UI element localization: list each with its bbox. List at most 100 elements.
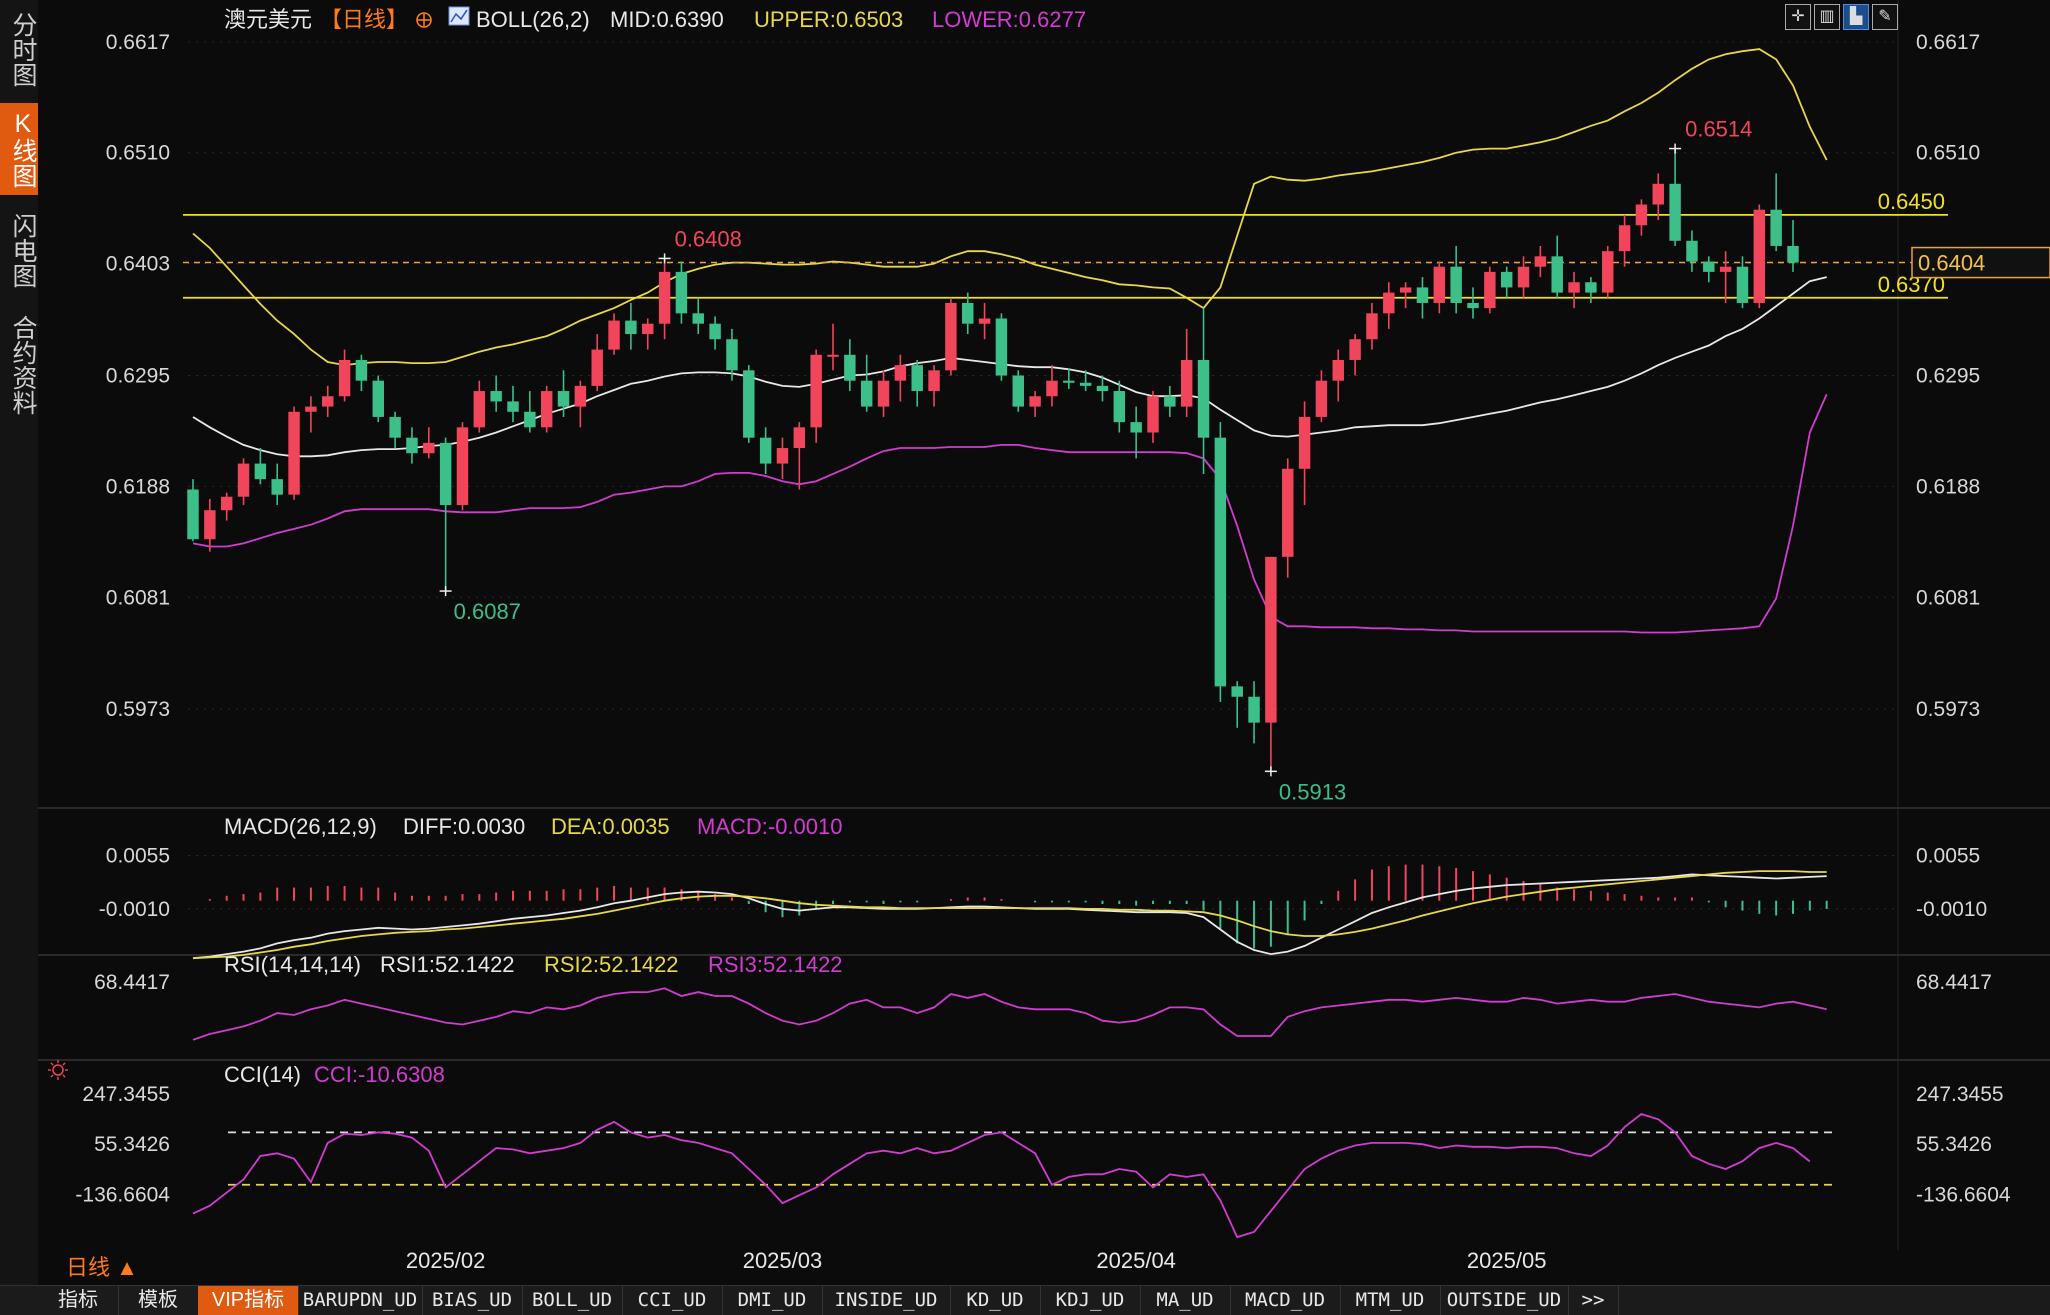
- candle-body[interactable]: [1214, 437, 1227, 687]
- candle-body[interactable]: [254, 463, 267, 480]
- candle-body[interactable]: [978, 318, 991, 324]
- candle-body[interactable]: [675, 271, 688, 314]
- indicator-tab-12[interactable]: MACD_UD: [1230, 1286, 1341, 1315]
- candle-body[interactable]: [692, 313, 704, 324]
- indicator-tab-1[interactable]: 模板: [118, 1286, 199, 1315]
- candle-body[interactable]: [1366, 313, 1378, 340]
- candle-body[interactable]: [1500, 271, 1513, 288]
- candle-body[interactable]: [524, 411, 536, 428]
- candle-body[interactable]: [338, 359, 351, 397]
- candle-body[interactable]: [894, 365, 907, 381]
- candle-body[interactable]: [1753, 209, 1766, 303]
- candle-body[interactable]: [877, 380, 890, 407]
- candle-body[interactable]: [237, 463, 250, 497]
- indicator-tab-10[interactable]: KDJ_UD: [1040, 1286, 1141, 1315]
- candle-body[interactable]: [642, 323, 654, 335]
- candle-body[interactable]: [1635, 204, 1648, 226]
- candle-body[interactable]: [1197, 359, 1210, 438]
- candle-body[interactable]: [1349, 339, 1361, 360]
- candle-body[interactable]: [557, 391, 570, 407]
- crosshair-icon[interactable]: ✛: [1785, 4, 1811, 30]
- indicator-tab-14[interactable]: OUTSIDE_UD: [1440, 1286, 1569, 1315]
- candle-body[interactable]: [1669, 183, 1681, 241]
- candle-body[interactable]: [625, 320, 637, 335]
- sidebar-tab-2[interactable]: 闪电图: [0, 200, 38, 300]
- candle-body[interactable]: [1484, 271, 1496, 309]
- candle-body[interactable]: [911, 365, 923, 392]
- sidebar-tab-1[interactable]: K线图: [0, 103, 38, 195]
- candle-body[interactable]: [187, 489, 199, 540]
- indicator-tab-15[interactable]: >>: [1568, 1286, 1619, 1315]
- candle-body[interactable]: [1450, 266, 1462, 303]
- drawing-tools-icon[interactable]: ✎: [1872, 4, 1898, 30]
- candle-body[interactable]: [1551, 256, 1563, 293]
- candle-body[interactable]: [1147, 396, 1159, 433]
- indicator-tab-11[interactable]: MA_UD: [1140, 1286, 1231, 1315]
- candle-body[interactable]: [1130, 422, 1142, 433]
- candle-body[interactable]: [1332, 359, 1344, 381]
- candle-body[interactable]: [1298, 416, 1311, 469]
- candle-body[interactable]: [1046, 380, 1058, 397]
- candle-body[interactable]: [355, 359, 368, 381]
- candle-body[interactable]: [1416, 287, 1429, 303]
- chart-type-icon[interactable]: ▙: [1843, 4, 1869, 30]
- indicator-tab-8[interactable]: INSIDE_UD: [822, 1286, 951, 1315]
- candle-body[interactable]: [1248, 696, 1260, 723]
- candle-body[interactable]: [1079, 382, 1092, 386]
- candle-body[interactable]: [1063, 380, 1075, 383]
- candle-body[interactable]: [1012, 375, 1024, 407]
- candle-body[interactable]: [793, 427, 806, 449]
- candle-body[interactable]: [1164, 396, 1176, 407]
- candle-body[interactable]: [860, 380, 873, 407]
- candle-body[interactable]: [1383, 292, 1395, 314]
- indicator-tab-5[interactable]: BOLL_UD: [522, 1286, 623, 1315]
- candle-body[interactable]: [389, 416, 401, 438]
- candle-body[interactable]: [372, 380, 384, 417]
- candle-body[interactable]: [1113, 391, 1126, 423]
- candle-body[interactable]: [1719, 266, 1732, 272]
- chart-area[interactable]: 0.6617 0.6617 0.6510 0.6510 0.6403 0.6295 0.62…: [38, 0, 2050, 1285]
- candle-body[interactable]: [1433, 266, 1446, 303]
- indicator-tab-2[interactable]: VIP指标: [198, 1286, 299, 1315]
- candle-body[interactable]: [271, 479, 283, 495]
- candle-body[interactable]: [1585, 282, 1597, 293]
- candle-body[interactable]: [507, 401, 519, 412]
- candle-body[interactable]: [726, 339, 738, 371]
- candle-body[interactable]: [658, 271, 671, 324]
- candle-body[interactable]: [1096, 385, 1109, 392]
- candle-body[interactable]: [591, 349, 603, 386]
- candle-body[interactable]: [928, 370, 940, 392]
- indicator-tab-4[interactable]: BIAS_UD: [422, 1286, 523, 1315]
- candle-body[interactable]: [406, 437, 418, 454]
- candle-body[interactable]: [1399, 287, 1412, 293]
- candle-body[interactable]: [204, 510, 216, 540]
- candle-body[interactable]: [439, 442, 452, 506]
- candle-body[interactable]: [743, 370, 755, 438]
- candle-body[interactable]: [456, 427, 469, 506]
- candle-body[interactable]: [540, 391, 553, 428]
- candle-body[interactable]: [1602, 251, 1614, 293]
- candle-body[interactable]: [827, 354, 839, 357]
- candle-body[interactable]: [423, 442, 435, 454]
- candle-body[interactable]: [1180, 359, 1193, 407]
- candle-body[interactable]: [844, 354, 856, 381]
- candle-body[interactable]: [810, 354, 822, 428]
- layout-icon[interactable]: ▥: [1814, 4, 1840, 30]
- candle-body[interactable]: [1265, 556, 1277, 723]
- candle-body[interactable]: [1736, 266, 1749, 303]
- candle-body[interactable]: [1770, 209, 1782, 246]
- candle-body[interactable]: [305, 406, 317, 412]
- candle-body[interactable]: [473, 391, 486, 428]
- sidebar-tab-3[interactable]: 合约资料: [0, 305, 38, 425]
- sidebar-tab-0[interactable]: 分时图: [0, 0, 38, 98]
- indicator-tab-9[interactable]: KD_UD: [950, 1286, 1041, 1315]
- indicator-tab-0[interactable]: 指标: [38, 1286, 119, 1315]
- candle-body[interactable]: [1517, 266, 1530, 288]
- indicator-tab-13[interactable]: MTM_UD: [1340, 1286, 1441, 1315]
- candle-body[interactable]: [1282, 468, 1294, 557]
- candle-body[interactable]: [220, 496, 233, 511]
- candle-body[interactable]: [1686, 240, 1698, 262]
- candle-body[interactable]: [608, 320, 620, 350]
- candle-body[interactable]: [1315, 380, 1328, 417]
- candle-body[interactable]: [995, 318, 1008, 376]
